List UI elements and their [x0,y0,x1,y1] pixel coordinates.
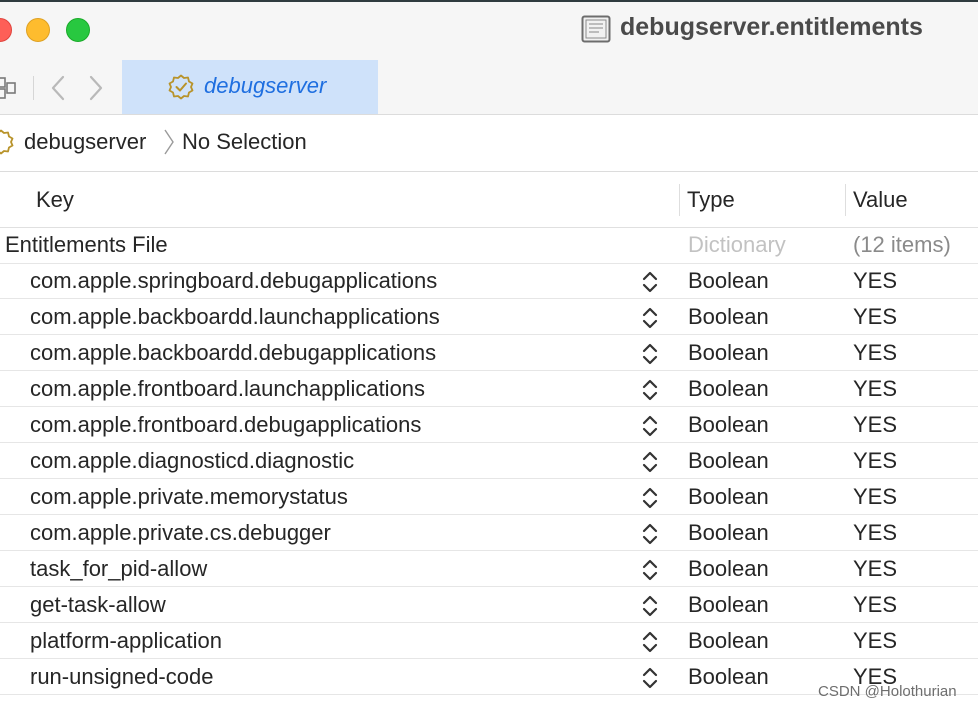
row-key[interactable]: com.apple.backboardd.launchapplications [30,299,440,335]
watermark: CSDN @Holothurian [818,683,957,700]
row-key[interactable]: com.apple.frontboard.debugapplications [30,407,421,443]
row-type[interactable]: Boolean [688,479,769,515]
window-top-edge [0,0,978,2]
row-key[interactable]: run-unsigned-code [30,659,213,695]
window-title: debugserver.entitlements [620,13,923,41]
up-down-chevron-icon[interactable] [640,377,660,403]
row-type[interactable]: Boolean [688,659,769,695]
table-header [0,172,978,228]
up-down-chevron-icon[interactable] [640,665,660,691]
row-value[interactable]: YES [853,443,897,479]
root-type: Dictionary [688,232,786,257]
row-value[interactable]: YES [853,263,897,299]
column-divider[interactable] [679,184,680,216]
row-type[interactable]: Boolean [688,263,769,299]
table-row[interactable]: com.apple.springboard.debugapplications … [0,263,978,299]
row-value[interactable]: YES [853,515,897,551]
up-down-chevron-icon[interactable] [640,557,660,583]
table-row[interactable]: com.apple.frontboard.debugapplications B… [0,407,978,443]
row-type[interactable]: Boolean [688,299,769,335]
column-header-value[interactable]: Value [853,187,908,213]
jump-bar-selection[interactable]: No Selection [182,129,307,155]
row-type[interactable]: Boolean [688,371,769,407]
table-row[interactable]: com.apple.private.memorystatus Boolean Y… [0,479,978,515]
table-row[interactable]: com.apple.diagnosticd.diagnostic Boolean… [0,443,978,479]
row-key[interactable]: com.apple.frontboard.launchapplications [30,371,425,407]
row-type[interactable]: Boolean [688,623,769,659]
row-type[interactable]: Boolean [688,551,769,587]
up-down-chevron-icon[interactable] [640,269,660,295]
root-key: Entitlements File [5,232,168,257]
row-type[interactable]: Boolean [688,335,769,371]
row-key[interactable]: com.apple.backboardd.debugapplications [30,335,436,371]
table-row[interactable]: com.apple.frontboard.launchapplications … [0,371,978,407]
column-divider[interactable] [845,184,846,216]
back-chevron-icon[interactable] [48,74,68,102]
row-value[interactable]: YES [853,407,897,443]
row-key[interactable]: com.apple.springboard.debugapplications [30,263,437,299]
plist-document-icon [581,15,611,43]
row-value[interactable]: YES [853,371,897,407]
row-value[interactable]: YES [853,479,897,515]
table-row[interactable]: platform-application Boolean YES [0,623,978,659]
row-key[interactable]: platform-application [30,623,222,659]
row-value[interactable]: YES [853,299,897,335]
up-down-chevron-icon[interactable] [640,341,660,367]
root-value: (12 items) [853,232,951,257]
table-row[interactable]: task_for_pid-allow Boolean YES [0,551,978,587]
row-type[interactable]: Boolean [688,443,769,479]
row-key[interactable]: task_for_pid-allow [30,551,207,587]
jump-bar-item-debugserver[interactable]: debugserver [24,129,146,155]
tab-label[interactable]: debugserver [204,73,326,99]
table-row[interactable]: com.apple.private.cs.debugger Boolean YE… [0,515,978,551]
up-down-chevron-icon[interactable] [640,629,660,655]
breadcrumb-separator-icon [164,129,174,155]
row-value[interactable]: YES [853,587,897,623]
table-row[interactable]: com.apple.backboardd.launchapplications … [0,299,978,335]
up-down-chevron-icon[interactable] [640,593,660,619]
row-type[interactable]: Boolean [688,587,769,623]
row-key[interactable]: com.apple.diagnosticd.diagnostic [30,443,354,479]
entitlements-badge-icon [168,74,194,100]
row-value[interactable]: YES [853,335,897,371]
column-header-type[interactable]: Type [687,187,735,213]
zoom-window-button[interactable] [66,18,90,42]
row-type[interactable]: Boolean [688,407,769,443]
up-down-chevron-icon[interactable] [640,305,660,331]
row-key[interactable]: get-task-allow [30,587,166,623]
entitlements-badge-icon [0,129,14,155]
table-root-row[interactable]: Entitlements File Dictionary (12 items) [0,227,978,264]
up-down-chevron-icon[interactable] [640,449,660,475]
toolbar-divider [33,76,34,100]
up-down-chevron-icon[interactable] [640,485,660,511]
row-value[interactable]: YES [853,623,897,659]
row-key[interactable]: com.apple.private.cs.debugger [30,515,331,551]
row-type[interactable]: Boolean [688,515,769,551]
jump-bar [0,115,978,172]
table-row[interactable]: get-task-allow Boolean YES [0,587,978,623]
up-down-chevron-icon[interactable] [640,521,660,547]
related-items-icon[interactable] [0,76,16,100]
up-down-chevron-icon[interactable] [640,413,660,439]
row-value[interactable]: YES [853,551,897,587]
table-row[interactable]: com.apple.backboardd.debugapplications B… [0,335,978,371]
minimize-window-button[interactable] [26,18,50,42]
column-header-key[interactable]: Key [36,187,74,213]
row-key[interactable]: com.apple.private.memorystatus [30,479,348,515]
forward-chevron-icon[interactable] [86,74,106,102]
